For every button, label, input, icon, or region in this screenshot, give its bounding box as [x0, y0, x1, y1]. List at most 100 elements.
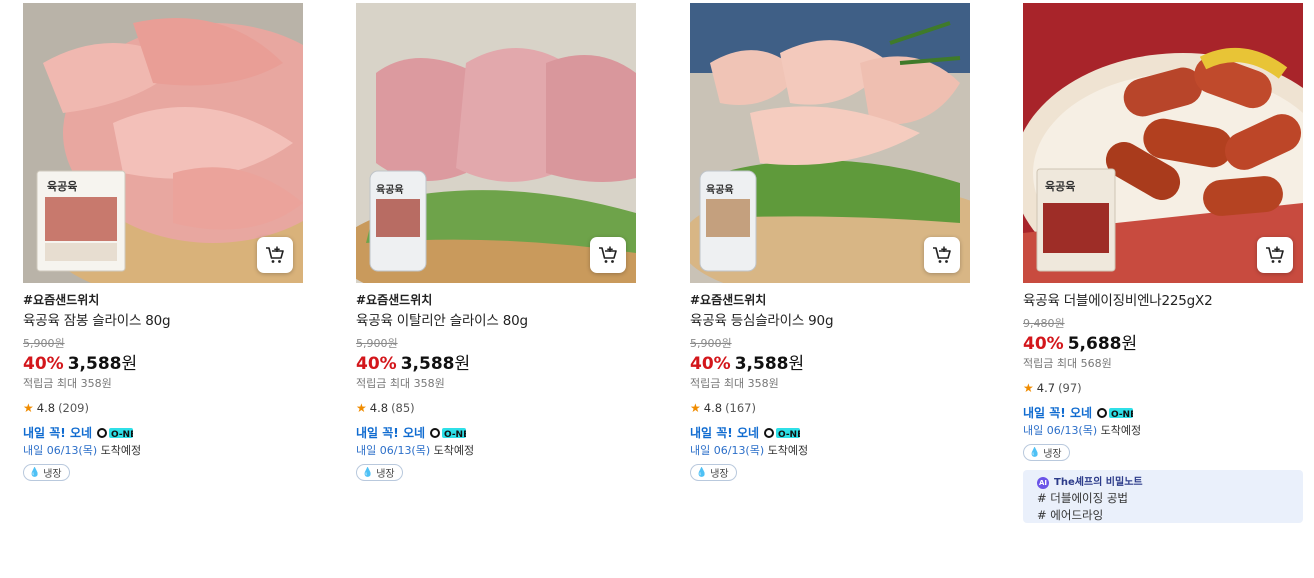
product-tag[interactable]: #요즘샌드위치 — [356, 292, 636, 308]
product-image[interactable]: 육공육 — [23, 3, 303, 283]
package-label: 육공육 — [706, 185, 734, 196]
review-count: (85) — [391, 401, 415, 415]
storage-label: 냉장 — [376, 469, 395, 480]
drop-icon: 💧 — [362, 467, 374, 478]
svg-text:O-NE: O-NE — [111, 430, 133, 439]
one-logo-icon: O-NE — [764, 427, 801, 439]
star-icon: ★ — [1023, 381, 1034, 395]
delivery-date: 내일 06/13(목) — [690, 444, 765, 457]
product-card[interactable]: 육공육 #요즘샌드위치 육공육 등심슬라이스 90g 5,900원 40% 3,… — [690, 3, 970, 481]
rating: ★ 4.8 (167) — [690, 401, 970, 415]
add-to-cart-button[interactable] — [590, 237, 626, 273]
cart-add-icon — [599, 246, 617, 263]
sale-price: 3,588 — [734, 354, 789, 374]
original-price: 5,900원 — [690, 337, 732, 350]
reward-points: 적립금 최대 358원 — [690, 377, 779, 390]
star-icon: ★ — [690, 401, 701, 415]
delivery-label: 내일 꼭! 오네 — [356, 426, 426, 440]
drop-icon: 💧 — [29, 467, 41, 478]
add-to-cart-button[interactable] — [924, 237, 960, 273]
review-count: (167) — [725, 401, 756, 415]
currency-unit: 원 — [454, 354, 471, 374]
svg-text:O-NE: O-NE — [778, 430, 800, 439]
product-image[interactable]: 육공육 — [690, 3, 970, 283]
reward-points: 적립금 최대 358원 — [356, 377, 445, 390]
original-price: 5,900원 — [356, 337, 398, 350]
sale-price: 5,688 — [1067, 334, 1122, 354]
product-name[interactable]: 육공육 이탈리안 슬라이스 80g — [356, 312, 636, 330]
sale-price: 3,588 — [400, 354, 455, 374]
rating: ★ 4.8 (209) — [23, 401, 303, 415]
delivery-eta: 내일 06/13(목) 도착예정 — [1023, 423, 1303, 439]
one-logo-icon: O-NE — [1097, 407, 1134, 419]
product-name[interactable]: 육공육 더블에이징비엔나225gX2 — [1023, 292, 1303, 310]
storage-badge: 💧 냉장 — [356, 464, 403, 481]
one-logo-icon: O-NE — [97, 427, 134, 439]
delivery-suffix: 도착예정 — [433, 444, 475, 457]
reward-points: 적립금 최대 568원 — [1023, 357, 1112, 370]
drop-icon: 💧 — [1029, 447, 1041, 458]
product-card[interactable]: 육공육 #요즘샌드위치 육공육 잠봉 슬라이스 80g 5,900원 40% 3… — [23, 3, 303, 481]
chef-note-box[interactable]: AI The셰프의 비밀노트 # 더블에이징 공법 # 에어드라잉 — [1023, 470, 1303, 523]
star-icon: ★ — [23, 401, 34, 415]
cart-add-icon — [933, 246, 951, 263]
currency-unit: 원 — [788, 354, 805, 374]
cart-add-icon — [266, 246, 284, 263]
delivery-label: 내일 꼭! 오네 — [1023, 406, 1093, 420]
currency-unit: 원 — [1121, 334, 1138, 354]
discount-rate: 40% — [1023, 334, 1064, 354]
delivery-date: 내일 06/13(목) — [23, 444, 98, 457]
star-icon: ★ — [356, 401, 367, 415]
rating: ★ 4.7 (97) — [1023, 381, 1303, 395]
svg-text:O-NE: O-NE — [1111, 410, 1133, 419]
delivery-suffix: 도착예정 — [1100, 424, 1142, 437]
product-name[interactable]: 육공육 잠봉 슬라이스 80g — [23, 312, 303, 330]
package-label: 육공육 — [47, 180, 78, 193]
rating-score: 4.8 — [369, 401, 389, 415]
price-row: 40% 5,688 원 — [1023, 333, 1303, 355]
storage-label: 냉장 — [1043, 449, 1062, 460]
original-price: 5,900원 — [23, 337, 65, 350]
delivery-badge: 내일 꼭! 오네 O-NE — [1023, 405, 1303, 421]
delivery-label: 내일 꼭! 오네 — [23, 426, 93, 440]
delivery-date: 내일 06/13(목) — [1023, 424, 1098, 437]
ai-icon: AI — [1037, 477, 1049, 489]
storage-badge: 💧 냉장 — [1023, 444, 1070, 461]
product-card[interactable]: 육공육 육공육 더블에이징비엔나225gX2 9,480원 40% 5,688 … — [1023, 3, 1303, 523]
delivery-suffix: 도착예정 — [767, 444, 809, 457]
product-tag[interactable]: #요즘샌드위치 — [23, 292, 303, 308]
price-row: 40% 3,588 원 — [690, 353, 970, 375]
add-to-cart-button[interactable] — [257, 237, 293, 273]
reward-points: 적립금 최대 358원 — [23, 377, 112, 390]
price-row: 40% 3,588 원 — [356, 353, 636, 375]
delivery-eta: 내일 06/13(목) 도착예정 — [356, 443, 636, 459]
chef-note-line: # 더블에이징 공법 — [1037, 491, 1129, 505]
delivery-date: 내일 06/13(목) — [356, 444, 431, 457]
chef-note-line: # 에어드라잉 — [1037, 508, 1104, 522]
storage-badge: 💧 냉장 — [23, 464, 70, 481]
delivery-badge: 내일 꼭! 오네 O-NE — [356, 425, 636, 441]
original-price: 9,480원 — [1023, 317, 1065, 330]
storage-label: 냉장 — [43, 469, 62, 480]
discount-rate: 40% — [690, 354, 731, 374]
cart-add-icon — [1266, 246, 1284, 263]
storage-badge: 💧 냉장 — [690, 464, 737, 481]
storage-label: 냉장 — [710, 469, 729, 480]
product-image[interactable]: 육공육 — [1023, 3, 1303, 283]
product-tag[interactable]: #요즘샌드위치 — [690, 292, 970, 308]
delivery-eta: 내일 06/13(목) 도착예정 — [690, 443, 970, 459]
add-to-cart-button[interactable] — [1257, 237, 1293, 273]
one-logo-icon: O-NE — [430, 427, 467, 439]
rating-score: 4.7 — [1036, 381, 1056, 395]
chef-note-header: AI The셰프의 비밀노트 — [1037, 476, 1289, 490]
svg-text:O-NE: O-NE — [444, 430, 466, 439]
product-name[interactable]: 육공육 등심슬라이스 90g — [690, 312, 970, 330]
discount-rate: 40% — [356, 354, 397, 374]
rating-score: 4.8 — [36, 401, 56, 415]
product-card[interactable]: 육공육 #요즘샌드위치 육공육 이탈리안 슬라이스 80g 5,900원 40%… — [356, 3, 636, 481]
discount-rate: 40% — [23, 354, 64, 374]
delivery-eta: 내일 06/13(목) 도착예정 — [23, 443, 303, 459]
package-label: 육공육 — [1045, 180, 1076, 193]
review-count: (209) — [58, 401, 89, 415]
product-image[interactable]: 육공육 — [356, 3, 636, 283]
